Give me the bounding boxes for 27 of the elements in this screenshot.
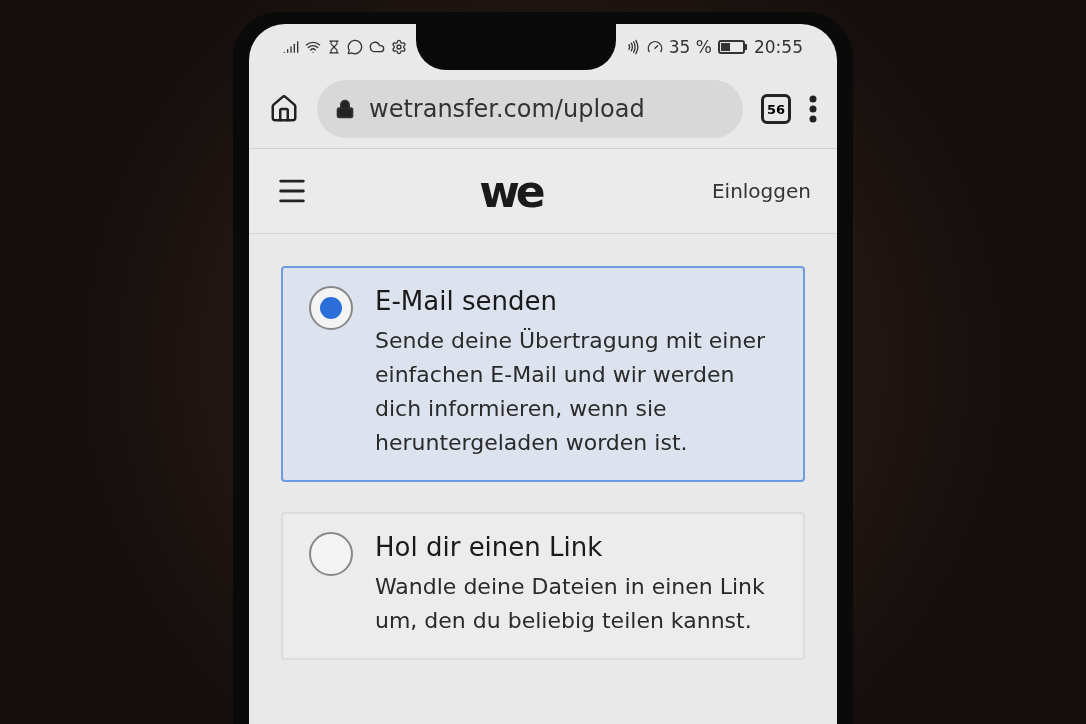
- tab-count-button[interactable]: 56: [761, 94, 791, 124]
- address-bar[interactable]: wetransfer.com/upload: [317, 80, 743, 138]
- battery-percent: 35 %: [668, 37, 712, 57]
- signal-icon: [283, 39, 299, 55]
- login-link[interactable]: Einloggen: [711, 179, 811, 203]
- home-icon: [269, 94, 299, 124]
- chat-icon: [347, 39, 363, 55]
- option-card[interactable]: Hol dir einen Link Wandle deine Dateien in einen Link um, den du beliebig teilen kannst.: [281, 512, 805, 660]
- option-description: Wandle deine Dateien in einen Link um, den du beliebig teilen kannst.: [375, 573, 766, 635]
- home-button[interactable]: [269, 94, 299, 124]
- menu-dots-button[interactable]: [809, 95, 817, 123]
- cloud-icon: [369, 39, 385, 55]
- hourglass-icon: [327, 40, 341, 54]
- lock-icon: [335, 99, 355, 119]
- wifi-icon: [305, 39, 321, 55]
- radio-button[interactable]: [309, 286, 353, 330]
- gauge-icon: [646, 39, 663, 55]
- more-icon: [809, 95, 817, 123]
- settings-icon: [391, 39, 407, 55]
- site-logo: we: [479, 165, 542, 217]
- option-title: E-Mail senden: [375, 286, 558, 316]
- option-title: Hol dir einen Link: [375, 532, 604, 562]
- radio-button[interactable]: [309, 532, 353, 576]
- clock-time: 20:55: [754, 37, 803, 57]
- option-card[interactable]: E-Mail senden Sende deine Übertragung mit einer einfachen E-Mail und wir werden dich informieren, wenn sie heruntergeladen worden ist.: [281, 266, 805, 482]
- option-description: Sende deine Übertragung mit einer einfachen E-Mail und wir werden dich informieren, wenn sie heruntergeladen worden ist.: [375, 327, 766, 457]
- battery-icon: [718, 40, 748, 54]
